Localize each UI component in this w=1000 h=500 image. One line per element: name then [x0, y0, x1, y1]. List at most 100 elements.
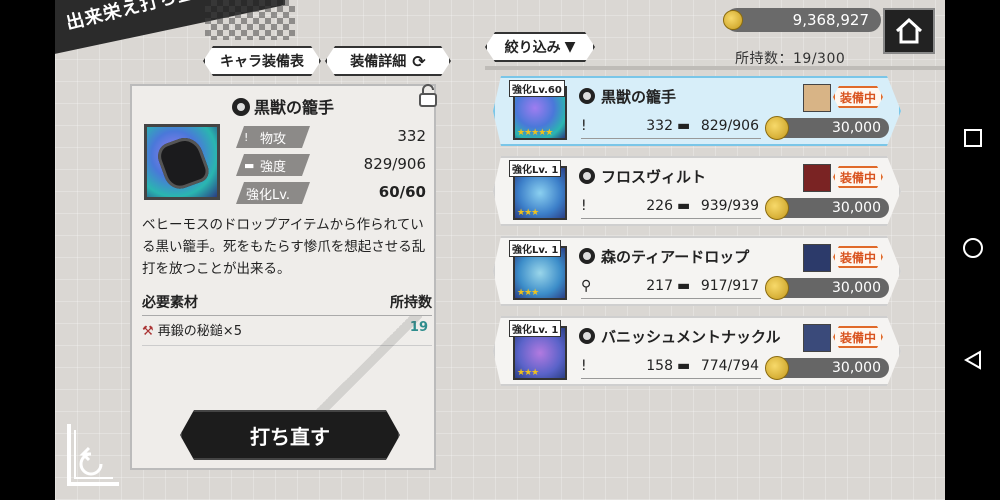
- character-portrait: [803, 84, 831, 112]
- reforge-button[interactable]: 打ち直す: [180, 410, 400, 460]
- anvil-icon: ▬: [677, 358, 691, 374]
- gold-display: 9,368,927: [725, 8, 881, 32]
- checker-pattern: [205, 0, 295, 40]
- stat-row-attack: ! 物攻 332: [236, 126, 426, 148]
- weapon-type-icon: [231, 98, 250, 116]
- equipped-badge: 装備中: [833, 326, 883, 348]
- cost-value: 30,000: [832, 360, 881, 376]
- square-icon: [963, 129, 982, 147]
- item-name: 黒獣の籠手: [253, 98, 334, 117]
- durability-value: 829/906: [700, 118, 759, 134]
- stat-label: 物攻: [260, 131, 287, 147]
- enhance-level: 強化Lv.60: [509, 80, 565, 97]
- home-icon: [895, 17, 923, 44]
- rarity-stars: ★★★★★: [517, 128, 553, 138]
- gold-amount: 9,368,927: [792, 11, 869, 29]
- left-black-bar: [0, 0, 55, 500]
- stat-value: 829/906: [363, 155, 426, 173]
- back-arrow-icon: [79, 446, 103, 476]
- material-name: 再鍛の秘鎚×5: [157, 324, 242, 339]
- enhance-level: 強化Lv. 1: [509, 240, 561, 257]
- enhance-level: 強化Lv. 1: [509, 160, 561, 177]
- chara-equip-button[interactable]: キャラ装備表: [203, 46, 321, 76]
- attack-value: 332: [646, 118, 673, 134]
- attack-value: 158: [646, 358, 673, 374]
- stat-row-durability: ▬ 強度 829/906: [236, 154, 426, 176]
- attack-icon: !: [581, 118, 587, 134]
- triangle-back-icon: [963, 350, 981, 370]
- rarity-stars: ★★★: [517, 288, 539, 298]
- lock-icon[interactable]: [414, 82, 442, 110]
- equipment-card[interactable]: 強化Lv. 1 ★★★ フロスヴィルト 装備中 ! 226 ▬ 939/939 30…: [493, 156, 901, 226]
- equipped-badge: 装備中: [833, 166, 883, 188]
- item-name: 黒獣の籠手: [601, 88, 677, 106]
- attack-icon: !: [581, 198, 587, 214]
- filter-label: 絞り込み: [504, 40, 561, 56]
- gauntlet-icon: [154, 132, 212, 194]
- equipment-card[interactable]: 強化Lv. 1 ★★★ 森のティアードロップ 装備中 ⚲ 217 ▬ 917/917…: [493, 236, 901, 306]
- stat-value: 332: [397, 127, 426, 145]
- attack-value: 226: [646, 198, 673, 214]
- home-button[interactable]: [883, 8, 935, 54]
- equip-detail-button[interactable]: 装備詳細 ⟳: [325, 46, 451, 76]
- cost-value: 30,000: [832, 200, 881, 216]
- weapon-type-icon: [579, 328, 595, 344]
- reforge-cost: 30,000: [769, 118, 889, 138]
- recent-apps-button[interactable]: [945, 118, 1000, 158]
- coin-icon: [765, 276, 789, 300]
- anvil-icon: ▬: [244, 159, 255, 172]
- reforge-cost: 30,000: [769, 198, 889, 218]
- attack-value: 217: [646, 278, 673, 294]
- back-nav-button[interactable]: [945, 340, 1000, 380]
- circle-icon: [962, 238, 983, 258]
- item-description: ベヒーモスのドロップアイテムから作られている黒い籠手。死をもたらす惨爪を想起させ…: [142, 217, 426, 277]
- possession-count: 所持数：19/300: [735, 51, 846, 67]
- equipment-card[interactable]: 強化Lv.60 ★★★★★ 黒獣の籠手 装備中 ! 332 ▬ 829/906 30…: [493, 76, 901, 146]
- owned-label: 所持数: [390, 295, 432, 311]
- rarity-stars: ★★★: [517, 208, 539, 218]
- item-name: バニッシュメントナックル: [601, 328, 781, 346]
- refresh-icon: ⟳: [412, 51, 426, 71]
- character-portrait: [803, 324, 831, 352]
- required-materials-label: 必要素材: [142, 295, 198, 311]
- reforge-label: 打ち直す: [250, 424, 330, 449]
- rarity-stars: ★★★: [517, 368, 539, 378]
- list-frame: [485, 66, 945, 70]
- cost-value: 30,000: [832, 280, 881, 296]
- anvil-icon: ▬: [677, 118, 691, 134]
- character-portrait: [803, 164, 831, 192]
- coin-icon: [765, 116, 789, 140]
- coin-icon: [765, 196, 789, 220]
- filter-button[interactable]: 絞り込み ▼: [485, 32, 595, 62]
- game-screen: 出来栄え打ち直し キャラ装備表 装備詳細 ⟳ 黒獣の籠手 ! 物攻 332 ▬ 強度…: [55, 0, 945, 500]
- item-title: 黒獣の籠手: [132, 94, 434, 118]
- equip-detail-label: 装備詳細: [350, 54, 407, 70]
- stat-label: 強化Lv.: [246, 187, 291, 203]
- stat-value: 60/60: [378, 183, 426, 201]
- required-materials-header: 必要素材 所持数: [142, 292, 432, 316]
- back-button[interactable]: [63, 420, 123, 490]
- magic-attack-icon: ⚲: [581, 278, 592, 294]
- item-image: [144, 124, 220, 200]
- hammer-icon: ⚒: [142, 324, 154, 339]
- staff-type-icon: [579, 248, 595, 264]
- item-name: フロスヴィルト: [601, 168, 707, 186]
- anvil-icon: ▬: [677, 198, 691, 214]
- equipment-card[interactable]: 強化Lv. 1 ★★★ バニッシュメントナックル 装備中 ! 158 ▬ 774/7…: [493, 316, 901, 386]
- android-nav-bar: [945, 0, 1000, 500]
- coin-icon: [723, 10, 743, 30]
- coin-icon: [765, 356, 789, 380]
- durability-value: 939/939: [700, 198, 759, 214]
- equipped-badge: 装備中: [833, 246, 883, 268]
- stat-label: 強度: [260, 159, 287, 175]
- durability-value: 774/794: [700, 358, 759, 374]
- equipped-badge: 装備中: [833, 86, 883, 108]
- home-nav-button[interactable]: [945, 228, 1000, 268]
- attack-icon: !: [244, 131, 249, 144]
- anvil-icon: ▬: [677, 278, 691, 294]
- durability-value: 917/917: [700, 278, 759, 294]
- enhance-level: 強化Lv. 1: [509, 320, 561, 337]
- cost-value: 30,000: [832, 120, 881, 136]
- weapon-type-icon: [579, 168, 595, 184]
- reforge-cost: 30,000: [769, 278, 889, 298]
